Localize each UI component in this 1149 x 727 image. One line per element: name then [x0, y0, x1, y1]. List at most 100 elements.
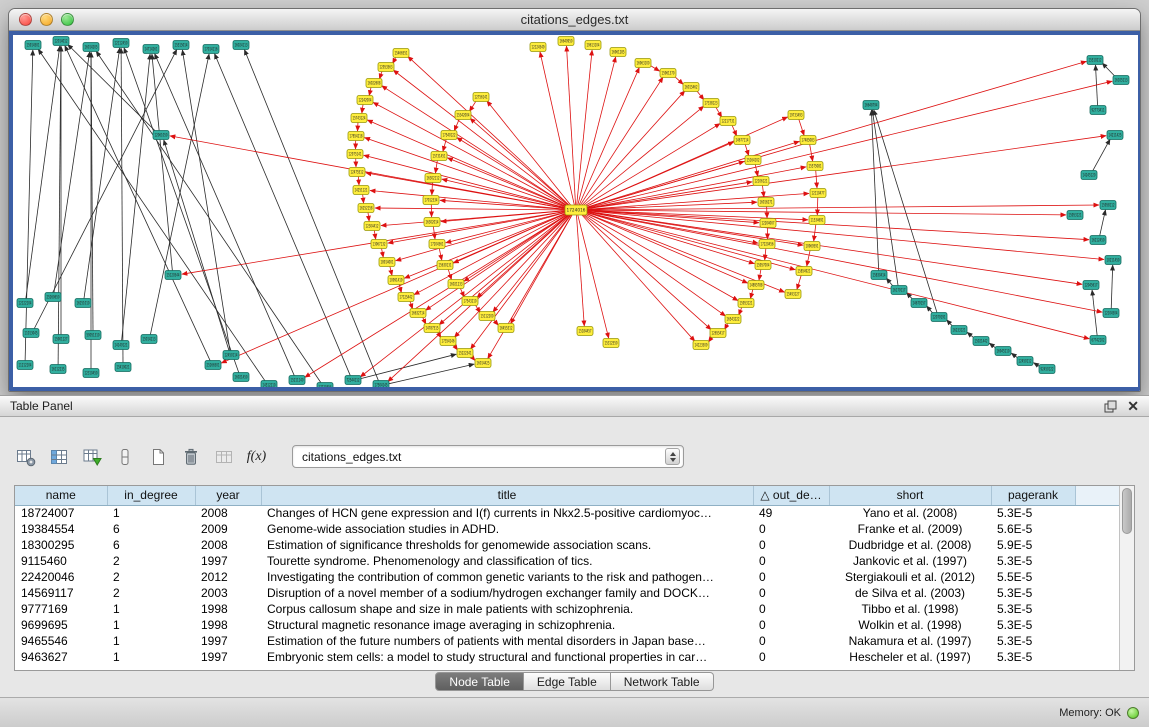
- graph-node[interactable]: 16014205: [83, 43, 99, 52]
- table-row[interactable]: 911546021997Tourette syndrome. Phenomeno…: [15, 553, 1119, 569]
- tab-network-table[interactable]: Network Table: [611, 672, 714, 691]
- graph-edge[interactable]: [488, 213, 573, 358]
- graph-node[interactable]: 12122104: [17, 299, 33, 308]
- graph-node[interactable]: 15575081: [807, 162, 823, 171]
- graph-edge[interactable]: [582, 205, 1099, 210]
- graph-edge[interactable]: [365, 138, 571, 209]
- column-header-short[interactable]: short: [829, 486, 991, 505]
- graph-edge[interactable]: [381, 248, 383, 258]
- graph-node[interactable]: 13067132: [371, 240, 387, 249]
- graph-node[interactable]: 17854218: [348, 132, 364, 141]
- graph-node[interactable]: 16961285: [610, 48, 626, 57]
- graph-edge[interactable]: [582, 211, 1090, 339]
- graph-hub-node[interactable]: 1724016: [565, 205, 587, 215]
- graph-node[interactable]: 12953563: [378, 63, 394, 72]
- graph-edge[interactable]: [745, 144, 749, 156]
- graph-node[interactable]: 12106121: [753, 177, 769, 186]
- graph-edge[interactable]: [755, 164, 758, 177]
- tab-node-table[interactable]: Node Table: [435, 672, 524, 691]
- graph-edge[interactable]: [759, 269, 761, 281]
- scrollbar-thumb[interactable]: [1122, 488, 1132, 534]
- graph-edge[interactable]: [577, 50, 593, 206]
- graph-edge[interactable]: [1092, 139, 1110, 171]
- graph-node[interactable]: 15021442: [973, 337, 989, 346]
- graph-node[interactable]: 17220456: [759, 240, 775, 249]
- graph-edge[interactable]: [454, 118, 459, 131]
- graph-node[interactable]: 12475512: [349, 168, 365, 177]
- graph-node[interactable]: 10991419: [388, 276, 404, 285]
- graph-edge[interactable]: [65, 46, 211, 362]
- graph-node[interactable]: 14245120: [1081, 171, 1097, 180]
- graph-edge[interactable]: [305, 212, 571, 377]
- graph-edge[interactable]: [121, 48, 123, 363]
- graph-edge[interactable]: [582, 61, 1087, 209]
- table-row[interactable]: 1872400712008Changes of HCN gene express…: [15, 505, 1119, 521]
- graph-node[interactable]: 12124549: [530, 43, 546, 52]
- graph-edge[interactable]: [732, 124, 737, 136]
- graph-node[interactable]: 16022608: [366, 79, 382, 88]
- graph-edge[interactable]: [368, 212, 369, 222]
- graph-node[interactable]: 14211425: [1107, 131, 1123, 140]
- graph-edge[interactable]: [807, 250, 811, 266]
- graph-node[interactable]: 19733493: [788, 111, 804, 120]
- graph-node[interactable]: 12104504: [1103, 309, 1119, 318]
- table-vertical-scrollbar[interactable]: [1119, 486, 1134, 670]
- graph-node[interactable]: 10969591: [804, 242, 820, 251]
- graph-node[interactable]: 17014116: [203, 45, 219, 54]
- graph-edge[interactable]: [767, 206, 768, 218]
- graph-edge[interactable]: [374, 230, 376, 240]
- graph-node[interactable]: 14512210: [261, 381, 277, 388]
- graph-edge[interactable]: [797, 275, 802, 290]
- close-panel-icon[interactable]: ✕: [1127, 399, 1139, 413]
- graph-node[interactable]: 16233121: [951, 326, 967, 335]
- graph-edge[interactable]: [164, 140, 230, 351]
- graph-node[interactable]: 17485083: [800, 136, 816, 145]
- graph-edge[interactable]: [363, 194, 364, 203]
- graph-node[interactable]: 16252158: [358, 204, 374, 213]
- graph-node[interactable]: 15515014: [173, 41, 189, 50]
- graph-edge[interactable]: [582, 211, 1102, 312]
- graph-node[interactable]: 15743124: [351, 114, 367, 123]
- graph-edge[interactable]: [578, 214, 609, 338]
- graph-edge[interactable]: [580, 213, 695, 341]
- table-row[interactable]: 1938455462009Genome-wide association stu…: [15, 521, 1119, 537]
- graph-node[interactable]: 12112450: [113, 39, 129, 48]
- graph-edge[interactable]: [58, 46, 61, 365]
- graph-node[interactable]: 15731451: [431, 152, 447, 161]
- graph-node[interactable]: 15914501: [25, 41, 41, 50]
- function-builder-icon[interactable]: f(x): [243, 443, 270, 470]
- graph-node[interactable]: 15854921: [796, 267, 812, 276]
- graph-node[interactable]: 16105113: [1113, 76, 1129, 85]
- graph-node[interactable]: 16640950: [558, 37, 574, 46]
- column-chooser-icon[interactable]: [45, 443, 72, 470]
- graph-node[interactable]: 16632714: [410, 309, 426, 318]
- graph-node[interactable]: 16543222: [725, 315, 741, 324]
- graph-edge[interactable]: [582, 136, 1106, 210]
- table-row[interactable]: 1456911722003Disruption of a novel membe…: [15, 585, 1119, 601]
- graph-edge[interactable]: [68, 44, 157, 132]
- graph-node[interactable]: 12217731: [720, 117, 736, 126]
- graph-node[interactable]: 16016271: [758, 198, 774, 207]
- graph-node[interactable]: 16112235: [50, 365, 66, 374]
- graph-edge[interactable]: [122, 54, 151, 341]
- graph-node[interactable]: 12110477: [810, 189, 826, 198]
- graph-node[interactable]: 12304412: [364, 222, 380, 231]
- tab-edge-table[interactable]: Edge Table: [524, 672, 611, 691]
- graph-node[interactable]: 16021450: [233, 373, 249, 382]
- graph-edge[interactable]: [1100, 210, 1106, 236]
- graph-edge[interactable]: [393, 70, 571, 208]
- graph-node[interactable]: 16302014: [424, 218, 440, 227]
- graph-node[interactable]: 17120454: [317, 383, 333, 388]
- graph-node[interactable]: 15120544: [165, 271, 181, 280]
- graph-node[interactable]: 16024113: [233, 41, 249, 50]
- graph-node[interactable]: 16015462: [683, 83, 699, 92]
- column-header-pagerank[interactable]: pagerank: [991, 486, 1075, 505]
- minimize-window-button[interactable]: [40, 13, 53, 26]
- graph-edge[interactable]: [582, 211, 785, 292]
- graph-node[interactable]: 92773411: [1090, 106, 1106, 115]
- graph-node[interactable]: 14895788: [748, 281, 764, 290]
- graph-edge[interactable]: [442, 179, 570, 209]
- graph-edge[interactable]: [447, 158, 570, 209]
- graph-edge[interactable]: [1111, 265, 1113, 309]
- graph-node[interactable]: 12242004: [357, 96, 373, 105]
